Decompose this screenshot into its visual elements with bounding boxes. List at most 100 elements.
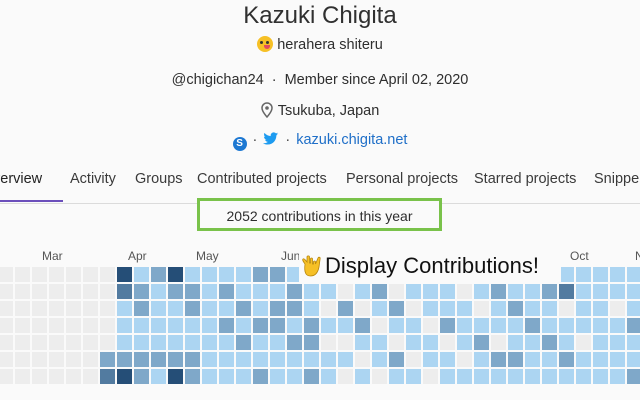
contribution-cell[interactable] — [49, 335, 64, 350]
contribution-cell[interactable] — [338, 318, 353, 333]
contribution-cell[interactable] — [491, 284, 506, 299]
contribution-cell[interactable] — [406, 352, 421, 367]
contribution-cell[interactable] — [423, 318, 438, 333]
contribution-cell[interactable] — [151, 318, 166, 333]
contribution-cell[interactable] — [304, 369, 319, 384]
contribution-cell[interactable] — [338, 284, 353, 299]
contribution-cell[interactable] — [440, 369, 455, 384]
contribution-cell[interactable] — [338, 301, 353, 316]
contribution-cell[interactable] — [236, 369, 251, 384]
contribution-cell[interactable] — [117, 284, 132, 299]
contribution-cell[interactable] — [440, 301, 455, 316]
contribution-cell[interactable] — [151, 335, 166, 350]
contribution-cell[interactable] — [134, 369, 149, 384]
contribution-cell[interactable] — [627, 267, 640, 282]
contribution-cell[interactable] — [491, 335, 506, 350]
contribution-cell[interactable] — [542, 369, 557, 384]
contribution-cell[interactable] — [508, 369, 523, 384]
contribution-cell[interactable] — [593, 267, 608, 282]
contribution-cell[interactable] — [423, 301, 438, 316]
contribution-cell[interactable] — [576, 352, 591, 367]
contribution-cell[interactable] — [423, 284, 438, 299]
contribution-cell[interactable] — [100, 318, 115, 333]
contribution-cell[interactable] — [270, 301, 285, 316]
contribution-cell[interactable] — [287, 301, 302, 316]
contribution-cell[interactable] — [491, 318, 506, 333]
contribution-cell[interactable] — [270, 335, 285, 350]
contribution-cell[interactable] — [253, 335, 268, 350]
contribution-cell[interactable] — [576, 284, 591, 299]
contribution-cell[interactable] — [32, 352, 47, 367]
contribution-cell[interactable] — [0, 352, 13, 367]
contribution-cell[interactable] — [525, 352, 540, 367]
contribution-cell[interactable] — [321, 369, 336, 384]
contribution-cell[interactable] — [338, 369, 353, 384]
contribution-cell[interactable] — [83, 369, 98, 384]
contribution-cell[interactable] — [83, 352, 98, 367]
contribution-cell[interactable] — [321, 301, 336, 316]
contribution-cell[interactable] — [627, 335, 640, 350]
contribution-cell[interactable] — [202, 284, 217, 299]
contribution-cell[interactable] — [49, 369, 64, 384]
contribution-cell[interactable] — [593, 335, 608, 350]
contribution-cell[interactable] — [457, 284, 472, 299]
contribution-cell[interactable] — [355, 352, 370, 367]
contribution-cell[interactable] — [151, 352, 166, 367]
contribution-cell[interactable] — [185, 267, 200, 282]
contribution-cell[interactable] — [100, 267, 115, 282]
contribution-cell[interactable] — [338, 352, 353, 367]
contribution-cell[interactable] — [389, 335, 404, 350]
contribution-cell[interactable] — [372, 369, 387, 384]
contribution-cell[interactable] — [134, 301, 149, 316]
contribution-cell[interactable] — [202, 318, 217, 333]
contribution-cell[interactable] — [66, 301, 81, 316]
contribution-cell[interactable] — [491, 352, 506, 367]
contribution-cell[interactable] — [474, 335, 489, 350]
contribution-cell[interactable] — [287, 284, 302, 299]
contribution-cell[interactable] — [185, 369, 200, 384]
contribution-cell[interactable] — [372, 284, 387, 299]
contribution-cell[interactable] — [389, 369, 404, 384]
contribution-cell[interactable] — [423, 369, 438, 384]
contribution-cell[interactable] — [576, 267, 591, 282]
contribution-cell[interactable] — [474, 301, 489, 316]
contribution-cell[interactable] — [66, 267, 81, 282]
contribution-cell[interactable] — [525, 301, 540, 316]
contribution-cell[interactable] — [304, 335, 319, 350]
contribution-cell[interactable] — [100, 284, 115, 299]
contribution-cell[interactable] — [440, 318, 455, 333]
contribution-cell[interactable] — [287, 335, 302, 350]
contribution-cell[interactable] — [202, 267, 217, 282]
contribution-cell[interactable] — [0, 267, 13, 282]
contribution-cell[interactable] — [525, 369, 540, 384]
contribution-cell[interactable] — [15, 369, 30, 384]
contribution-cell[interactable] — [559, 335, 574, 350]
contribution-cell[interactable] — [236, 284, 251, 299]
contribution-cell[interactable] — [219, 318, 234, 333]
contribution-cell[interactable] — [117, 318, 132, 333]
contribution-cell[interactable] — [406, 318, 421, 333]
contribution-cell[interactable] — [372, 335, 387, 350]
contribution-cell[interactable] — [304, 284, 319, 299]
contribution-cell[interactable] — [559, 318, 574, 333]
contribution-cell[interactable] — [66, 318, 81, 333]
contribution-cell[interactable] — [151, 284, 166, 299]
contribution-cell[interactable] — [440, 284, 455, 299]
contribution-cell[interactable] — [83, 318, 98, 333]
contribution-cell[interactable] — [100, 369, 115, 384]
contribution-cell[interactable] — [236, 267, 251, 282]
contribution-cell[interactable] — [270, 318, 285, 333]
contribution-cell[interactable] — [32, 301, 47, 316]
contribution-cell[interactable] — [168, 318, 183, 333]
contribution-cell[interactable] — [117, 267, 132, 282]
contribution-cell[interactable] — [542, 284, 557, 299]
contribution-cell[interactable] — [32, 369, 47, 384]
contribution-cell[interactable] — [457, 318, 472, 333]
contribution-cell[interactable] — [508, 352, 523, 367]
contribution-cell[interactable] — [134, 352, 149, 367]
contribution-cell[interactable] — [627, 318, 640, 333]
contribution-cell[interactable] — [236, 352, 251, 367]
contribution-cell[interactable] — [253, 267, 268, 282]
contribution-cell[interactable] — [610, 284, 625, 299]
contribution-cell[interactable] — [508, 318, 523, 333]
